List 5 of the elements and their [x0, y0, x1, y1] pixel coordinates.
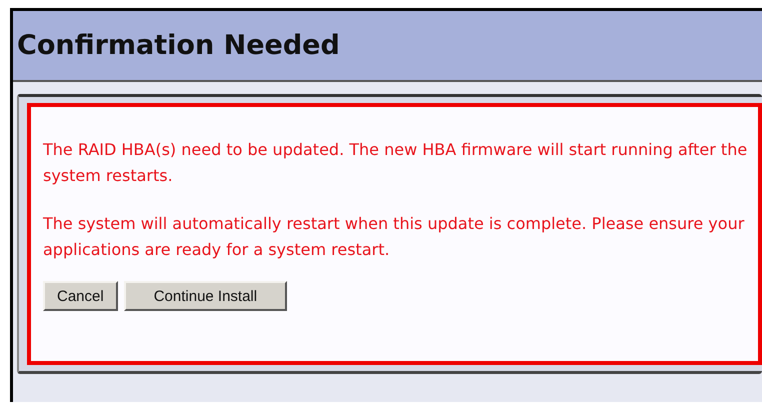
window-title: Confirmation Needed [17, 30, 340, 61]
cancel-button[interactable]: Cancel [43, 281, 118, 311]
continue-button[interactable]: Continue Install [124, 281, 288, 311]
warning-message: The system will automatically restart when this update is complete. Please ensure your applications are ready for a system restart. [43, 213, 746, 261]
warning-message: The RAID HBA(s) need to be updated. The new HBA firmware will start running after the system restarts. [43, 139, 748, 187]
